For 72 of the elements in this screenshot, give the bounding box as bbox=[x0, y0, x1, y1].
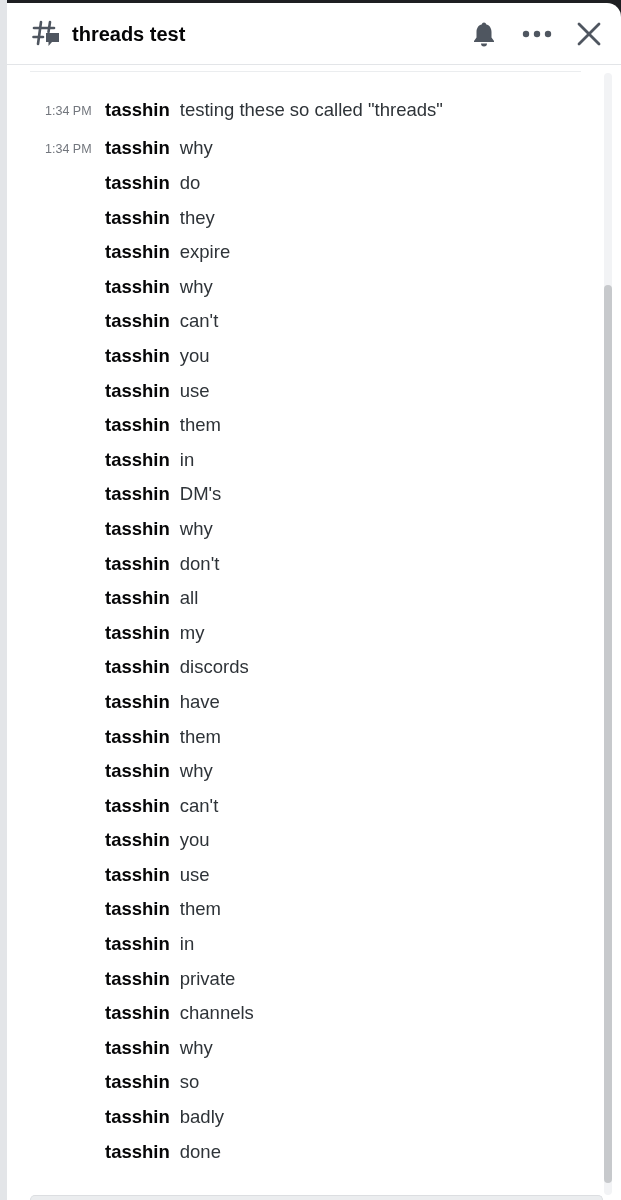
message-author[interactable]: tasshin bbox=[105, 549, 170, 578]
message-author[interactable]: tasshin bbox=[105, 96, 170, 125]
message-text: them bbox=[179, 897, 221, 922]
message-text: do bbox=[179, 171, 201, 195]
message-author[interactable]: tasshin bbox=[105, 826, 170, 855]
message-author[interactable]: tasshin bbox=[105, 1033, 170, 1062]
message-author[interactable]: tasshin bbox=[105, 999, 170, 1027]
message-author[interactable]: tasshin bbox=[105, 860, 170, 889]
message-text: all bbox=[179, 586, 199, 611]
message-text: why bbox=[179, 516, 213, 541]
message-text: testing these so called "threads" bbox=[179, 98, 443, 123]
message-timestamp: 1:34 PM bbox=[45, 142, 92, 157]
more-options-icon[interactable] bbox=[522, 29, 552, 38]
message-author[interactable]: tasshin bbox=[105, 1068, 170, 1097]
message-text: them bbox=[179, 413, 221, 438]
message-author[interactable]: tasshin bbox=[105, 514, 170, 543]
message-text: private bbox=[179, 966, 236, 991]
thread-title: threads test bbox=[72, 21, 186, 47]
message-author[interactable]: tasshin bbox=[105, 757, 170, 785]
message-text: can't bbox=[179, 793, 219, 818]
message-author[interactable]: tasshin bbox=[105, 1103, 170, 1131]
message-input-field[interactable] bbox=[30, 1195, 603, 1200]
message-text: channels bbox=[179, 1001, 254, 1026]
message-text: in bbox=[179, 447, 195, 472]
message-text: you bbox=[179, 343, 210, 368]
message-author[interactable]: tasshin bbox=[105, 169, 170, 197]
message-author[interactable]: tasshin bbox=[105, 307, 170, 336]
message-text: DM's bbox=[179, 482, 222, 507]
message-text: badly bbox=[179, 1105, 224, 1130]
message-text: so bbox=[179, 1070, 200, 1095]
message-author[interactable]: tasshin bbox=[105, 411, 170, 439]
message-author[interactable]: tasshin bbox=[105, 584, 170, 612]
message-text: them bbox=[179, 724, 221, 749]
message-text: why bbox=[179, 759, 213, 784]
thread-hash-icon bbox=[32, 19, 60, 48]
message-text: you bbox=[179, 828, 210, 853]
scrollbar-thumb[interactable] bbox=[604, 285, 612, 1183]
message-author[interactable]: tasshin bbox=[105, 341, 170, 370]
message-text: they bbox=[179, 205, 215, 230]
message-text: don't bbox=[179, 551, 220, 576]
message-author[interactable]: tasshin bbox=[105, 895, 170, 924]
message-text: use bbox=[179, 378, 210, 403]
message-text: can't bbox=[179, 309, 219, 334]
message-author[interactable]: tasshin bbox=[105, 791, 170, 820]
message-author[interactable]: tasshin bbox=[105, 134, 170, 163]
message-text: use bbox=[179, 862, 210, 887]
message-author[interactable]: tasshin bbox=[105, 445, 170, 474]
scrollbar-track[interactable] bbox=[604, 73, 612, 1195]
message-author[interactable]: tasshin bbox=[105, 272, 170, 301]
message-author[interactable]: tasshin bbox=[105, 238, 170, 266]
close-icon[interactable] bbox=[577, 21, 601, 46]
message-text: my bbox=[179, 620, 205, 645]
message-author[interactable]: tasshin bbox=[105, 722, 170, 751]
message-author[interactable]: tasshin bbox=[105, 964, 170, 993]
message-text: discords bbox=[179, 655, 249, 680]
message-author[interactable]: tasshin bbox=[105, 376, 170, 405]
message-author[interactable]: tasshin bbox=[105, 930, 170, 958]
message-text: in bbox=[179, 932, 195, 957]
bell-icon[interactable] bbox=[471, 20, 497, 47]
message-author[interactable]: tasshin bbox=[105, 203, 170, 232]
message-author[interactable]: tasshin bbox=[105, 1137, 170, 1166]
message-text: why bbox=[179, 274, 213, 299]
message-author[interactable]: tasshin bbox=[105, 653, 170, 682]
message-text: expire bbox=[179, 240, 231, 265]
message-timestamp: 1:34 PM bbox=[45, 104, 92, 119]
message-author[interactable]: tasshin bbox=[105, 480, 170, 509]
message-text: why bbox=[179, 1035, 213, 1060]
message-author[interactable]: tasshin bbox=[105, 687, 170, 716]
message-author[interactable]: tasshin bbox=[105, 618, 170, 647]
message-text: have bbox=[179, 689, 220, 714]
message-text: why bbox=[179, 136, 213, 161]
message-text: done bbox=[179, 1139, 221, 1164]
